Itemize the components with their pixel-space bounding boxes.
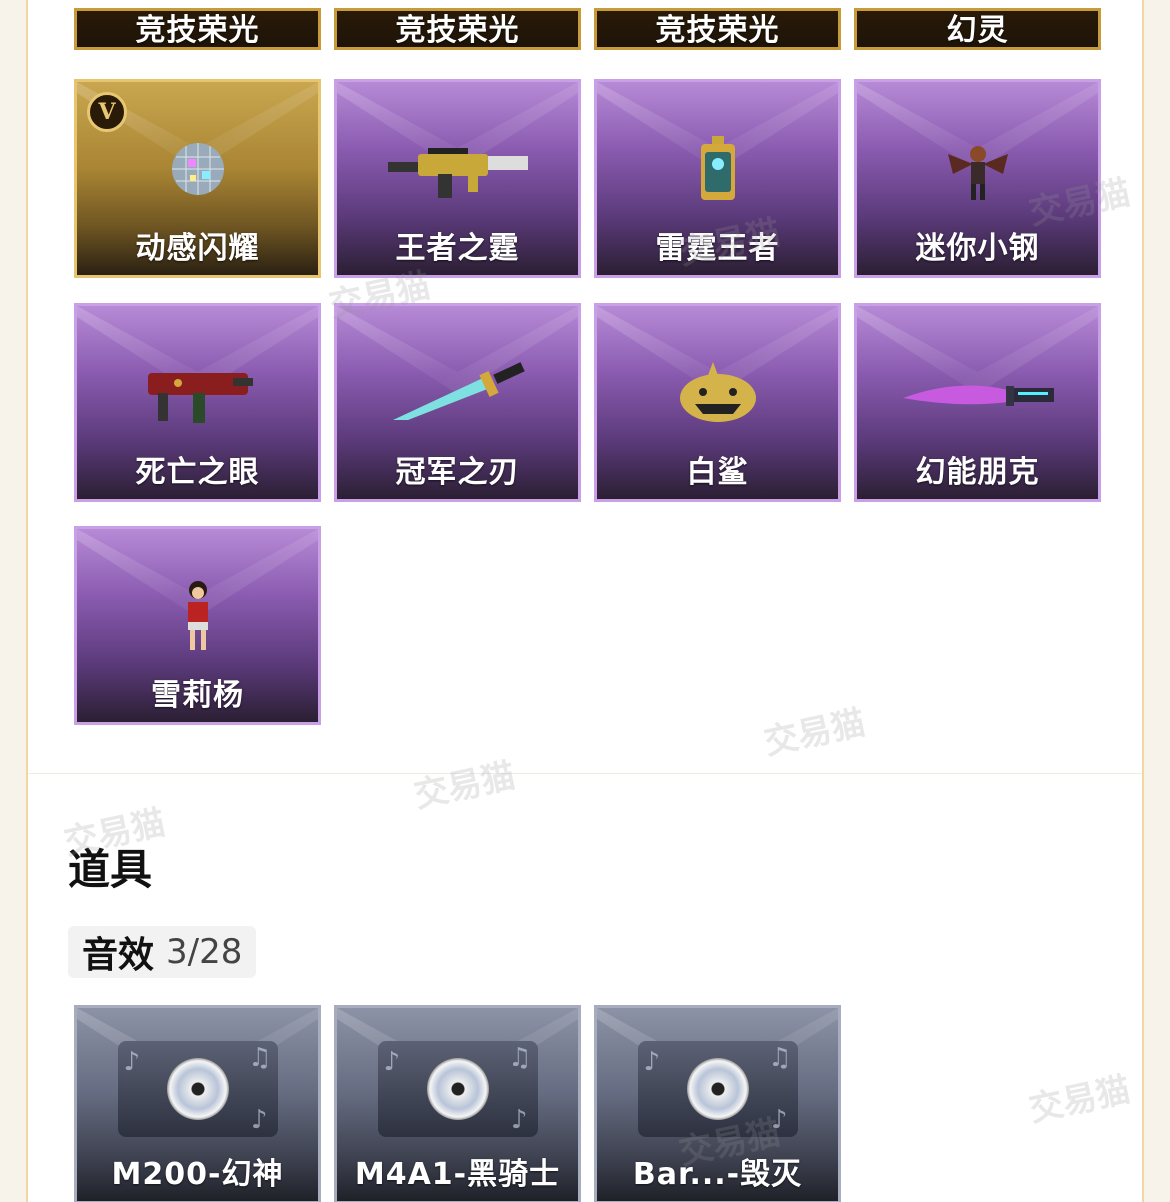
rifle-icon — [387, 147, 528, 198]
item-card[interactable]: 幻能朋克 — [854, 303, 1101, 502]
knife-icon — [902, 385, 1054, 406]
item-card-top-4[interactable]: 幻灵 — [854, 8, 1101, 50]
item-label: 迷你小钢 — [915, 231, 1040, 266]
item-label: 竞技荣光 — [655, 13, 780, 48]
item-label: 动感闪耀 — [135, 231, 260, 266]
item-panel: 竞技荣光 竞技荣光 竞技荣光 幻灵 V 动感闪耀 王者之霆 雷霆王者 迷你小钢 … — [26, 0, 1144, 1202]
watermark: 交易猫 — [410, 755, 519, 817]
item-label: 竞技荣光 — [135, 13, 260, 48]
winged-figure-icon — [947, 145, 1008, 200]
sound-item-card[interactable]: ♪ ♫ ♪ Bar...-毁灭 — [594, 1005, 841, 1202]
character-icon — [187, 580, 208, 650]
item-label: 幻能朋克 — [915, 455, 1040, 490]
item-card-top-2[interactable]: 竞技荣光 — [334, 8, 581, 50]
item-card[interactable]: V 动感闪耀 — [74, 79, 321, 278]
sound-item-card[interactable]: ♪ ♫ ♪ M200-幻神 — [74, 1005, 321, 1202]
category-tag[interactable]: 音效 3/28 — [68, 926, 257, 978]
item-label: 幻灵 — [946, 13, 1009, 48]
item-label: 竞技荣光 — [395, 13, 520, 48]
item-label: M4A1-黑骑士 — [354, 1157, 561, 1192]
category-count: 3/28 — [166, 932, 243, 972]
category-name: 音效 — [82, 935, 155, 976]
item-label: 冠军之刃 — [395, 455, 520, 490]
sound-item-card[interactable]: ♪ ♫ ♪ M4A1-黑骑士 — [334, 1005, 581, 1202]
grenade-icon — [700, 135, 735, 200]
music-disc-icon: ♪ ♫ ♪ — [377, 1041, 538, 1138]
knife-icon — [392, 361, 525, 420]
item-card[interactable]: 雪莉杨 — [74, 526, 321, 725]
smg-icon — [147, 372, 253, 423]
item-card[interactable]: 王者之霆 — [334, 79, 581, 278]
vip-badge: V — [87, 92, 127, 132]
watermark: 交易猫 — [760, 702, 869, 764]
disco-ball-icon — [171, 142, 224, 195]
watermark: 交易猫 — [1025, 1069, 1134, 1131]
item-label: 雪莉杨 — [151, 678, 244, 713]
item-label: 死亡之眼 — [135, 455, 260, 490]
watermark: 交易猫 — [60, 802, 169, 864]
item-card[interactable]: 白鲨 — [594, 303, 841, 502]
item-label: 王者之霆 — [395, 231, 520, 266]
item-label: M200-幻神 — [111, 1157, 284, 1192]
item-label: 白鲨 — [686, 455, 749, 490]
section-divider — [28, 773, 1142, 774]
item-card[interactable]: 冠军之刃 — [334, 303, 581, 502]
item-card-top-3[interactable]: 竞技荣光 — [594, 8, 841, 50]
item-card[interactable]: 死亡之眼 — [74, 303, 321, 502]
music-disc-icon: ♪ ♫ ♪ — [117, 1041, 278, 1138]
item-card-top-1[interactable]: 竞技荣光 — [74, 8, 321, 50]
shark-icon — [679, 361, 756, 422]
